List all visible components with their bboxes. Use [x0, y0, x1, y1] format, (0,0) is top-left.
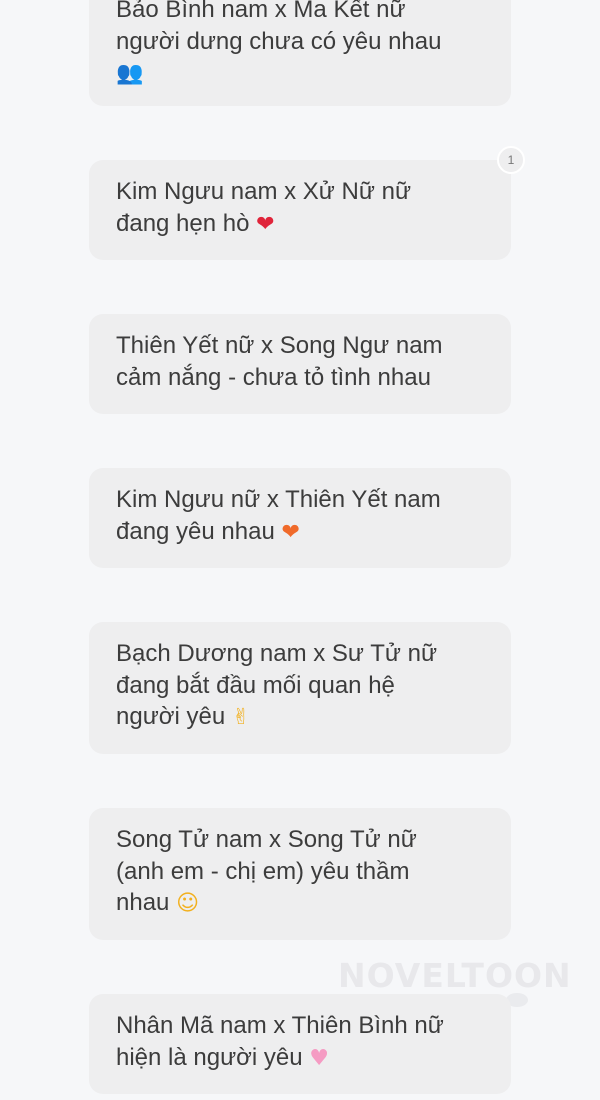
message-line: (anh em - chị em) yêu thầm: [116, 857, 410, 885]
heart-on-fire-icon: ❤: [281, 519, 300, 545]
kissing-face-icon: ☺: [176, 891, 199, 916]
message-bubble[interactable]: Kim Ngưu nam x Xử Nữ nữ đang hẹn hò ❤: [89, 160, 511, 260]
reaction-count-badge[interactable]: 1: [497, 146, 525, 174]
chat-screen: Bảo Bình nam x Ma Kết nữ người dưng chưa…: [0, 0, 600, 1100]
finger-heart-icon: ✌: [231, 705, 251, 730]
message-line: người yêu: [116, 703, 226, 730]
message-bubble[interactable]: Bạch Dương nam x Sư Tử nữ đang bắt đầu m…: [89, 622, 511, 754]
pink-heart-icon: ♥: [309, 1045, 329, 1071]
message-line: Thiên Yết nữ x Song Ngư nam: [116, 332, 443, 359]
message-line: cảm nắng - chưa tỏ tình nhau: [116, 363, 431, 391]
message-line: đang bắt đầu mối quan hệ: [116, 671, 395, 699]
message-line: nhau: [116, 889, 170, 916]
message-line: Kim Ngưu nữ x Thiên Yết nam: [116, 486, 441, 513]
message-line: Song Tử nam x Song Tử nữ: [116, 826, 417, 853]
message-line: Nhân Mã nam x Thiên Bình nữ: [116, 1012, 444, 1039]
message-line: đang hẹn hò: [116, 209, 250, 237]
message-bubble[interactable]: Bảo Bình nam x Ma Kết nữ người dưng chưa…: [89, 0, 511, 106]
red-heart-icon: ❤: [256, 211, 275, 237]
message-bubble[interactable]: Thiên Yết nữ x Song Ngư nam cảm nắng - c…: [89, 314, 511, 414]
message-line: hiện là người yêu: [116, 1043, 303, 1071]
message-bubble[interactable]: Kim Ngưu nữ x Thiên Yết nam đang yêu nha…: [89, 468, 511, 568]
message-bubble[interactable]: Song Tử nam x Song Tử nữ (anh em - chị e…: [89, 808, 511, 940]
message-line: đang yêu nhau: [116, 517, 275, 545]
message-line: Bảo Bình nam x Ma Kết nữ: [116, 0, 406, 23]
message-line: Bạch Dương nam x Sư Tử nữ: [116, 640, 438, 667]
people-icon: 👥: [116, 61, 144, 86]
message-bubble[interactable]: Nhân Mã nam x Thiên Bình nữ hiện là ngườ…: [89, 994, 511, 1094]
message-line: người dưng chưa có yêu nhau: [116, 27, 442, 55]
watermark-logo: NOVELTOON: [338, 956, 572, 995]
message-line: Kim Ngưu nam x Xử Nữ nữ: [116, 178, 412, 205]
